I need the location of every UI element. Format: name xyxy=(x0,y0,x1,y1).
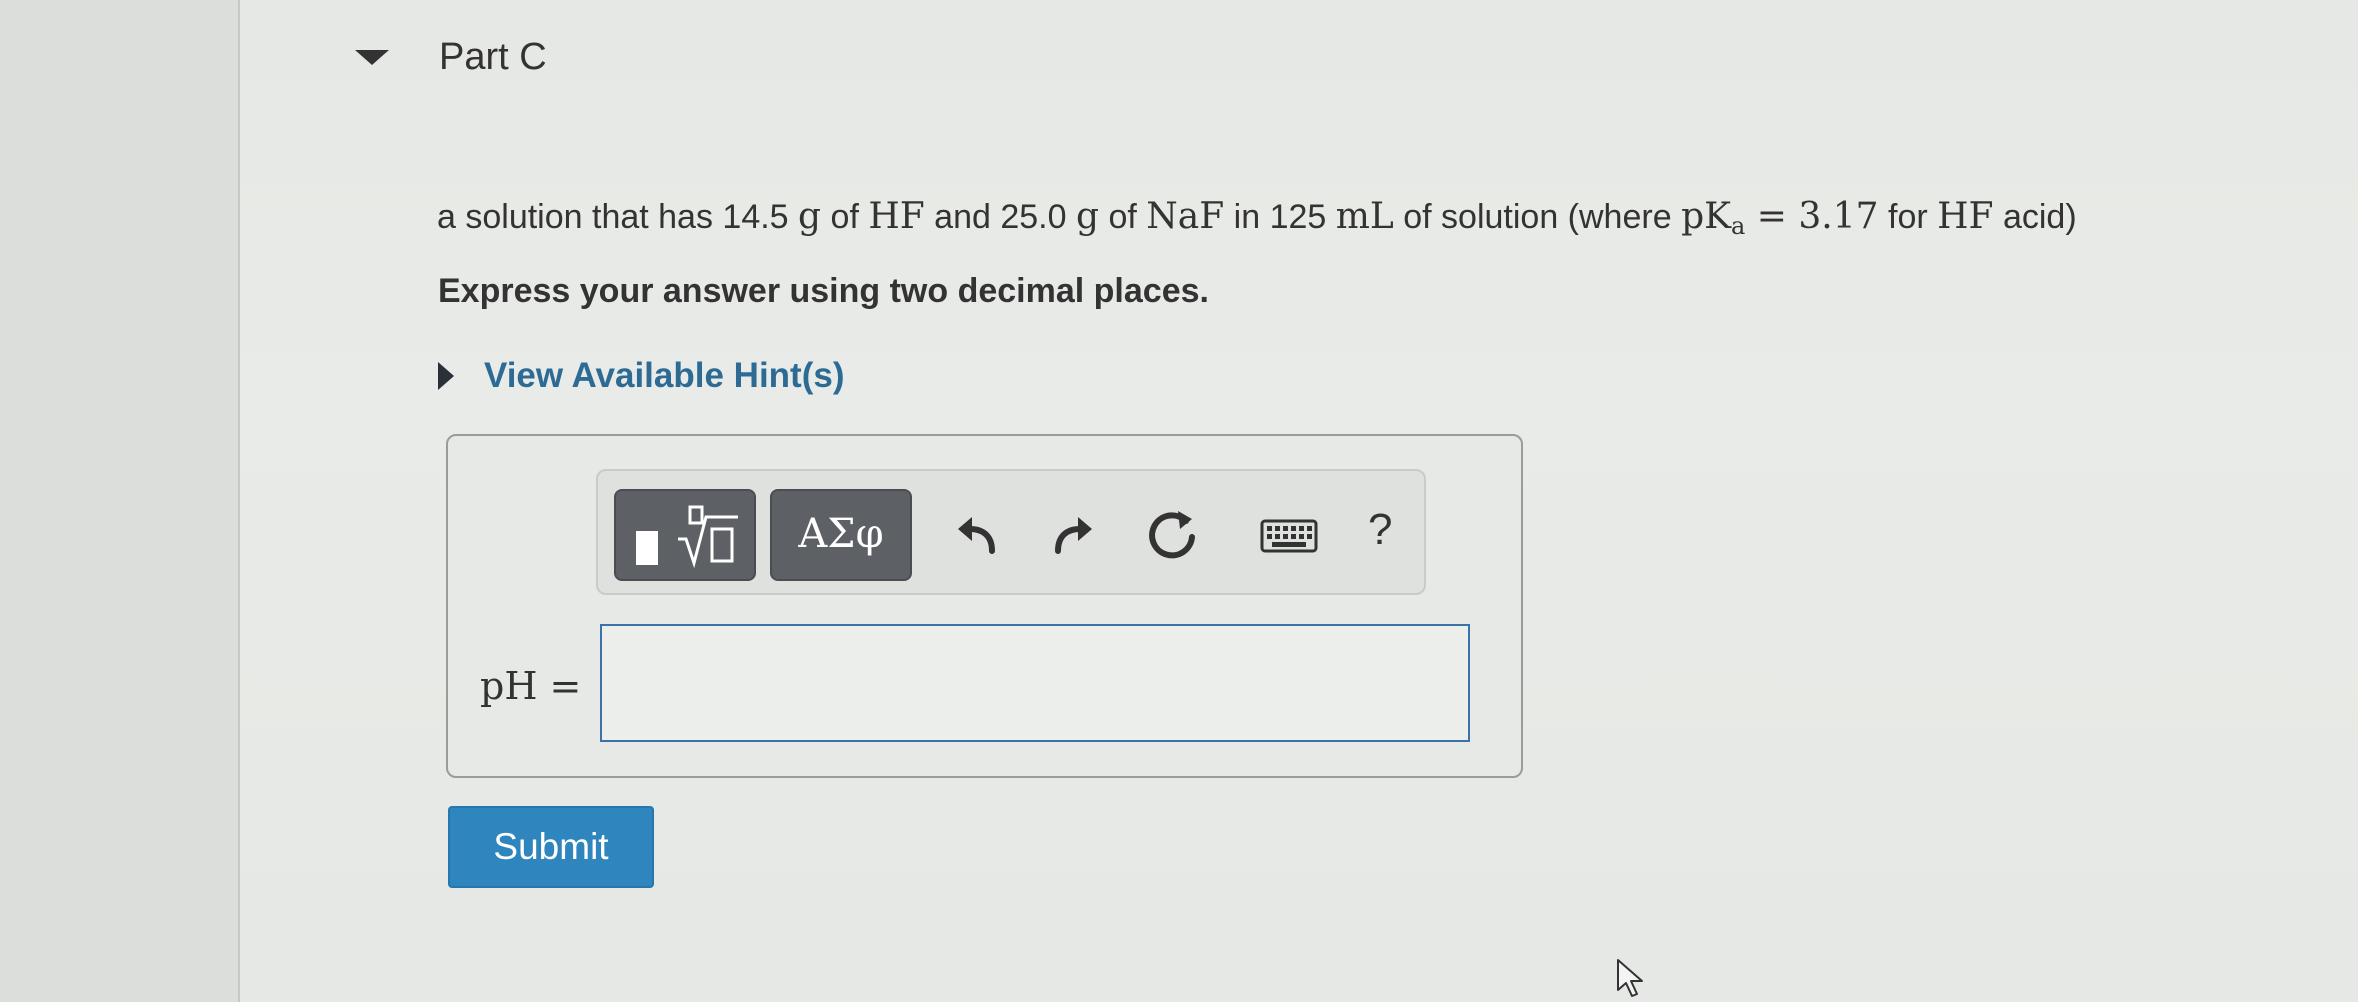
view-hints-link[interactable]: View Available Hint(s) xyxy=(484,356,844,396)
collapse-caret-icon[interactable] xyxy=(355,50,389,65)
templates-icon xyxy=(636,505,738,569)
question-text: a solution that has 14.5 g of HF and 25.… xyxy=(437,196,2077,240)
math-formula: HF xyxy=(1937,196,1994,237)
part-header[interactable]: Part C xyxy=(355,36,547,79)
math-unit: mL xyxy=(1335,196,1394,237)
question-segment: of solution (where xyxy=(1393,198,1682,236)
answer-box: ΑΣφ ? pH = xyxy=(446,434,1523,778)
ph-answer-input[interactable] xyxy=(600,624,1470,742)
redo-icon[interactable] xyxy=(1046,507,1102,563)
templates-button[interactable] xyxy=(614,489,756,581)
question-segment: for xyxy=(1878,198,1938,236)
reset-icon[interactable] xyxy=(1146,507,1202,563)
help-button[interactable]: ? xyxy=(1368,505,1392,555)
question-segment: acid) xyxy=(1993,198,2077,236)
expand-caret-icon[interactable] xyxy=(438,362,454,390)
pka-expression: pKa = 3.17 xyxy=(1681,196,1879,240)
keyboard-icon[interactable] xyxy=(1258,507,1320,563)
question-segment: in 125 xyxy=(1224,198,1336,236)
pka-value: = 3.17 xyxy=(1745,196,1879,237)
pka-symbol: pK xyxy=(1681,196,1732,237)
part-title: Part C xyxy=(439,36,547,78)
math-unit: g xyxy=(798,196,822,237)
undo-icon[interactable] xyxy=(948,507,1004,563)
question-segment: and 25.0 xyxy=(924,198,1076,236)
math-formula: NaF xyxy=(1146,196,1225,237)
ph-label: pH = xyxy=(480,664,582,708)
left-gutter xyxy=(0,0,240,1002)
view-hints-toggle[interactable]: View Available Hint(s) xyxy=(438,356,844,396)
math-formula: HF xyxy=(868,196,925,237)
greek-symbols-button[interactable]: ΑΣφ xyxy=(770,489,912,581)
submit-button[interactable]: Submit xyxy=(448,806,654,888)
mouse-pointer-icon xyxy=(1617,959,1643,997)
pka-subscript: a xyxy=(1731,212,1746,240)
math-unit: g xyxy=(1075,196,1100,237)
question-segment: of xyxy=(821,198,869,236)
answer-instruction: Express your answer using two decimal pl… xyxy=(438,272,1209,310)
math-toolbar: ΑΣφ ? xyxy=(596,469,1426,595)
question-segment: of xyxy=(1099,198,1147,236)
question-segment: a solution that has 14.5 xyxy=(437,198,799,236)
